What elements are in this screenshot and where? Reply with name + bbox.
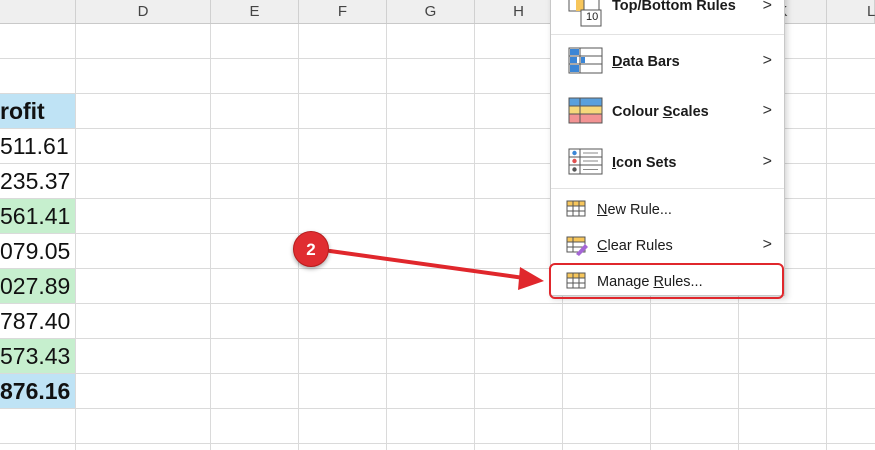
annotation-arrow	[328, 249, 544, 290]
step-number-badge: 2	[293, 231, 329, 267]
